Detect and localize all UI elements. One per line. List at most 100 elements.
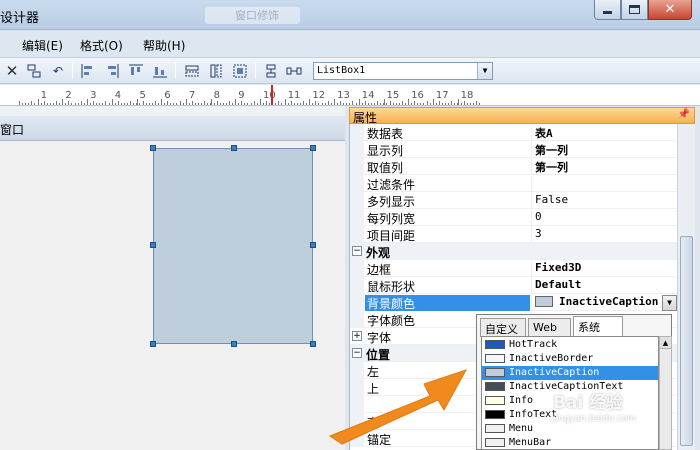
resize-handle[interactable]	[231, 341, 237, 347]
property-row[interactable]: 边框 Fixed3D	[350, 260, 678, 277]
minimize-icon	[603, 11, 612, 14]
ruler-minor-tick	[176, 103, 178, 105]
property-value[interactable]: Default	[531, 278, 677, 294]
ruler-minor-tick	[355, 103, 357, 105]
ruler-minor-tick	[451, 101, 453, 105]
property-category[interactable]: − 外观	[350, 243, 678, 260]
property-value[interactable]: 第一列	[531, 159, 677, 175]
resize-handle[interactable]	[310, 242, 316, 248]
property-row[interactable]: 每列列宽 0	[350, 209, 678, 226]
ruler-minor-tick	[374, 103, 376, 105]
pin-icon[interactable]: 📌	[678, 109, 690, 120]
color-tab[interactable]: Web	[528, 318, 571, 337]
ruler-minor-tick	[364, 101, 366, 105]
property-grid-scrollbar[interactable]	[677, 124, 695, 450]
scroll-up-icon[interactable]: ▲	[660, 337, 671, 349]
collapse-icon[interactable]: −	[352, 246, 362, 256]
property-value[interactable]: InactiveCaption ▼	[531, 295, 677, 311]
close-icon: ✕	[664, 2, 676, 17]
ruler-minor-tick	[438, 101, 440, 105]
property-name: 项目间距	[367, 229, 416, 243]
align-right-icon[interactable]	[103, 62, 121, 79]
resize-handle[interactable]	[231, 145, 237, 151]
property-row[interactable]: 多列显示 False	[350, 192, 678, 209]
ruler-minor-tick	[151, 103, 153, 105]
color-list-item[interactable]: Menu	[482, 422, 658, 436]
property-row[interactable]: 数据表 表A	[350, 124, 678, 141]
resize-handle[interactable]	[150, 145, 156, 151]
property-row[interactable]: 背景颜色 InactiveCaption ▼	[350, 294, 678, 311]
ruler-minor-tick	[74, 103, 76, 105]
property-value[interactable]: Fixed3D	[531, 261, 677, 277]
color-tab[interactable]: 自定义	[480, 318, 526, 337]
ruler-minor-tick	[469, 103, 471, 105]
control-selector-combo[interactable]: ListBox1 ▼	[313, 62, 493, 80]
background-window-tab[interactable]: 窗口修饰	[205, 7, 300, 24]
ruler-minor-tick	[475, 101, 477, 105]
scrollbar-thumb[interactable]	[680, 236, 693, 446]
color-list-scrollbar[interactable]: ▲	[659, 336, 672, 450]
property-value[interactable]: 表A	[531, 125, 677, 141]
ruler-minor-tick	[454, 103, 456, 105]
color-list-item[interactable]: MenuBar	[482, 436, 658, 449]
resize-handle[interactable]	[310, 341, 316, 347]
menu-format[interactable]: 格式(O)	[80, 37, 123, 54]
listbox-control[interactable]	[150, 145, 316, 347]
copy-format-icon[interactable]	[25, 62, 43, 79]
property-value[interactable]: 3	[531, 227, 677, 243]
color-swatch	[485, 396, 505, 405]
collapse-icon[interactable]: −	[352, 348, 362, 358]
property-value[interactable]	[531, 176, 677, 192]
property-value[interactable]: 第一列	[531, 142, 677, 158]
property-row[interactable]: 项目间距 3	[350, 226, 678, 243]
color-name: InactiveCaption	[509, 367, 600, 378]
resize-handle[interactable]	[310, 145, 316, 151]
horizontal-spacing-icon[interactable]	[285, 62, 303, 79]
ruler-minor-tick	[423, 103, 425, 105]
align-left-icon[interactable]	[79, 62, 97, 79]
delete-icon[interactable]: ✕	[3, 62, 21, 80]
same-height-icon[interactable]	[207, 62, 225, 79]
property-value[interactable]: 0	[531, 210, 677, 226]
row-gutter	[350, 141, 364, 158]
watermark: Bai 经验	[553, 393, 624, 413]
resize-handle[interactable]	[150, 341, 156, 347]
chevron-down-icon[interactable]: ▼	[662, 295, 677, 311]
property-row[interactable]: 过滤条件	[350, 175, 678, 192]
form-title: 窗口	[0, 123, 25, 137]
color-list-item[interactable]: InactiveBorder	[482, 352, 658, 366]
align-top-icon[interactable]	[127, 62, 145, 79]
resize-handle[interactable]	[150, 242, 156, 248]
ruler-minor-tick	[228, 101, 230, 105]
menu-help[interactable]: 帮助(H)	[143, 37, 185, 54]
align-bottom-icon[interactable]	[151, 62, 169, 79]
chevron-down-icon[interactable]: ▼	[477, 63, 492, 79]
color-tab[interactable]: 系统	[573, 316, 623, 337]
close-button[interactable]: ✕	[648, 0, 692, 20]
minimize-button[interactable]	[594, 0, 621, 20]
ruler-number: 9	[238, 90, 245, 101]
undo-icon[interactable]: ↶	[49, 62, 67, 79]
maximize-button[interactable]	[621, 0, 648, 20]
color-list-item[interactable]: InactiveCaption	[482, 366, 658, 380]
ruler-minor-tick	[296, 103, 298, 105]
property-row[interactable]: 显示列 第一列	[350, 141, 678, 158]
ruler-minor-tick	[299, 103, 301, 105]
ruler-minor-tick	[173, 103, 175, 105]
menu-edit[interactable]: 编辑(E)	[22, 37, 63, 54]
same-width-icon[interactable]	[183, 62, 201, 79]
property-row[interactable]: 取值列 第一列	[350, 158, 678, 175]
color-list-item[interactable]: HotTrack	[482, 338, 658, 352]
expand-icon[interactable]: +	[352, 331, 362, 341]
property-value[interactable]: False	[531, 193, 677, 209]
ruler-number: 10	[263, 90, 276, 101]
ruler-minor-tick	[441, 103, 443, 105]
same-size-icon[interactable]	[231, 62, 249, 79]
ruler-minor-tick	[460, 103, 462, 105]
ruler-minor-tick	[179, 101, 181, 105]
property-row[interactable]: 鼠标形状 Default	[350, 277, 678, 294]
ruler-minor-tick	[46, 103, 48, 105]
ruler-minor-tick	[367, 103, 369, 105]
ruler-minor-tick	[293, 103, 295, 105]
vertical-spacing-icon[interactable]	[262, 62, 280, 79]
